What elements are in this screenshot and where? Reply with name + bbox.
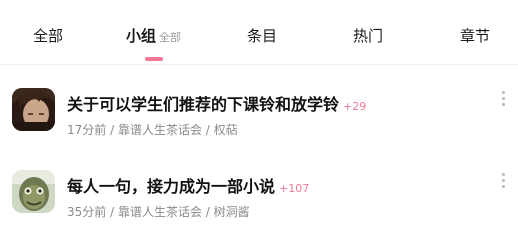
more-options-icon[interactable] (500, 91, 506, 109)
post-title[interactable]: 关于可以学生们推荐的下课铃和放学铃 (67, 95, 339, 114)
post-title-line: 每人一句，接力成为一部小说 +107 (67, 173, 309, 197)
post-meta: 17分前 / 靠谱人生茶话会 / 权萜 (67, 121, 238, 138)
active-tab-indicator (145, 57, 163, 61)
avatar[interactable] (12, 88, 55, 131)
more-options-icon[interactable] (500, 173, 506, 191)
reply-count: +29 (343, 100, 367, 113)
meta-separator: / (106, 205, 118, 219)
post-meta: 35分前 / 靠谱人生茶话会 / 树洞酱 (67, 203, 250, 220)
list-item[interactable]: 每人一句，接力成为一部小说 +107 35分前 / 靠谱人生茶话会 / 树洞酱 (0, 170, 518, 232)
tab-groups-filter[interactable]: 全部 (159, 31, 181, 44)
tab-all[interactable]: 全部 (33, 27, 63, 45)
post-time: 35分前 (67, 205, 107, 219)
post-title[interactable]: 每人一句，接力成为一部小说 (67, 177, 275, 196)
reply-count: +107 (279, 182, 310, 195)
post-time: 17分前 (67, 123, 107, 137)
post-title-line: 关于可以学生们推荐的下课铃和放学铃 +29 (67, 91, 366, 115)
tab-bar: 全部 小组 全部 条目 热门 章节 (0, 0, 518, 65)
avatar[interactable] (12, 170, 55, 213)
meta-separator: / (106, 123, 118, 137)
list-item[interactable]: 关于可以学生们推荐的下课铃和放学铃 +29 17分前 / 靠谱人生茶话会 / 权萜 (0, 88, 518, 150)
tab-hot[interactable]: 热门 (353, 27, 383, 45)
tab-chapters[interactable]: 章节 (460, 27, 490, 45)
post-group[interactable]: 靠谱人生茶话会 (118, 205, 202, 219)
tab-subjects[interactable]: 条目 (247, 27, 277, 45)
post-author[interactable]: 树洞酱 (214, 205, 250, 219)
tab-groups-label: 小组 (126, 27, 157, 45)
meta-separator: / (201, 205, 214, 219)
meta-separator: / (201, 123, 214, 137)
post-author[interactable]: 权萜 (214, 123, 238, 137)
tab-groups[interactable]: 小组 全部 (126, 27, 181, 47)
post-group[interactable]: 靠谱人生茶话会 (118, 123, 202, 137)
